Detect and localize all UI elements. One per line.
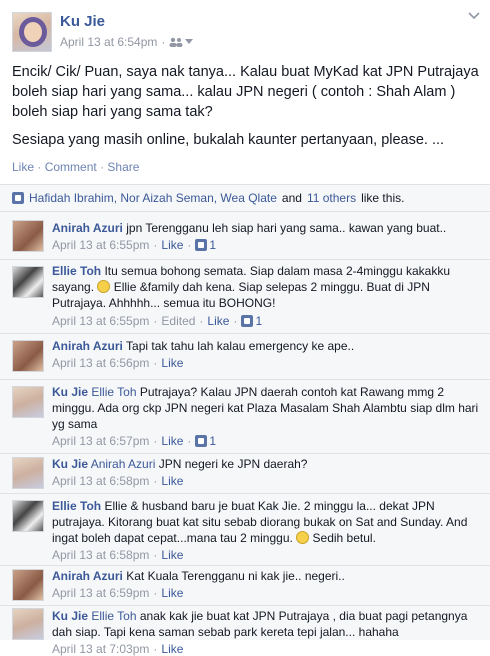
- comment: Ellie Toh Ellie & husband baru je buat K…: [0, 494, 490, 566]
- others-link[interactable]: 11 others: [307, 191, 356, 205]
- comment: Anirah Azuri Tapi tak tahu lah kalau eme…: [0, 334, 490, 380]
- commenter-avatar[interactable]: [12, 266, 44, 298]
- post-header: Ku Jie April 13 at 6:54pm ·: [0, 0, 490, 60]
- mention-link[interactable]: Ellie Toh: [91, 609, 136, 623]
- commenter-avatar[interactable]: [12, 340, 44, 372]
- comment: Anirah Azuri Kat Kuala Terengganu ni kak…: [0, 566, 490, 606]
- comment-time[interactable]: April 13 at 6:59pm: [52, 586, 149, 600]
- comment-like-button[interactable]: Like: [161, 356, 183, 370]
- comment-text: Ellie & husband baru je buat Kak Jie. 2 …: [52, 499, 468, 545]
- share-button[interactable]: Share: [107, 160, 139, 174]
- post-options-chevron-icon[interactable]: [468, 12, 480, 20]
- post-body: Encik/ Cik/ Puan, saya nak tanya... Kala…: [12, 62, 482, 158]
- comment-meta: April 13 at 6:57pm · Like · 1: [52, 434, 217, 448]
- commenter-name[interactable]: Ku Jie: [52, 609, 88, 623]
- commenter-name[interactable]: Ellie Toh: [52, 264, 101, 278]
- audience-selector[interactable]: [169, 37, 194, 47]
- comment: Anirah Azuri jpn Terengganu leh siap har…: [0, 212, 490, 260]
- comment-meta: April 13 at 6:55pm · Like · 1: [52, 238, 217, 252]
- post-paragraph: Encik/ Cik/ Puan, saya nak tanya... Kala…: [12, 64, 479, 120]
- commenter-name[interactable]: Anirah Azuri: [52, 569, 123, 583]
- comment-like-button[interactable]: Like: [161, 642, 183, 656]
- comment-time[interactable]: April 13 at 6:55pm: [52, 238, 149, 252]
- commenter-avatar[interactable]: [12, 608, 44, 640]
- comment-time[interactable]: April 13 at 6:55pm: [52, 314, 149, 328]
- commenter-name[interactable]: Anirah Azuri: [52, 339, 123, 353]
- mention-link[interactable]: Ellie Toh: [91, 385, 136, 399]
- commenter-avatar[interactable]: [12, 220, 44, 252]
- thumbs-up-icon: [12, 192, 24, 204]
- comment-like-button[interactable]: Like: [161, 474, 183, 488]
- comment-like-count[interactable]: 1: [195, 434, 216, 448]
- comment-meta: April 13 at 6:56pm · Like: [52, 356, 184, 370]
- chevron-down-icon: [185, 39, 194, 44]
- friends-icon: [169, 37, 183, 47]
- comment-like-button[interactable]: Like: [207, 314, 229, 328]
- comment-like-button[interactable]: Like: [161, 238, 183, 252]
- comment-like-button[interactable]: Like: [161, 586, 183, 600]
- comment-meta: April 13 at 6:55pm · Edited · Like · 1: [52, 314, 263, 328]
- author-avatar[interactable]: [12, 12, 52, 52]
- commenter-avatar[interactable]: [12, 500, 44, 532]
- comment-meta: April 13 at 7:03pm · Like: [52, 642, 184, 656]
- post-timestamp[interactable]: April 13 at 6:54pm: [60, 35, 157, 49]
- comment: Ku Jie Ellie Toh Putrajaya? Kalau JPN da…: [0, 380, 490, 454]
- sad-emoticon-icon: [296, 531, 310, 544]
- post-paragraph: Sesiapa yang masih online, bukalah kaunt…: [12, 132, 445, 148]
- comment-time[interactable]: April 13 at 6:58pm: [52, 474, 149, 488]
- commenter-avatar[interactable]: [12, 569, 44, 601]
- comment-meta: April 13 at 6:59pm · Like: [52, 586, 184, 600]
- commenter-name[interactable]: Ellie Toh: [52, 499, 101, 513]
- thumbs-up-icon: [195, 239, 208, 251]
- comment-like-count[interactable]: 1: [241, 314, 262, 328]
- commenter-avatar[interactable]: [12, 457, 44, 489]
- comment-time[interactable]: April 13 at 6:58pm: [52, 548, 149, 562]
- commenter-name[interactable]: Ku Jie: [52, 385, 88, 399]
- commenter-name[interactable]: Ku Jie: [52, 457, 88, 471]
- mention-link[interactable]: Anirah Azuri: [91, 457, 156, 471]
- comment-time[interactable]: April 13 at 6:57pm: [52, 434, 149, 448]
- post-author-name[interactable]: Ku Jie: [60, 13, 105, 30]
- comment-like-button[interactable]: Like: [161, 434, 183, 448]
- commenter-name[interactable]: Anirah Azuri: [52, 221, 123, 235]
- comment-button[interactable]: Comment: [45, 160, 97, 174]
- comment-text: jpn Terengganu leh siap hari yang sama..…: [126, 221, 447, 235]
- comment-meta: April 13 at 6:58pm · Like: [52, 474, 184, 488]
- commenter-avatar[interactable]: [12, 386, 44, 418]
- comment-text: Kat Kuala Terengganu ni kak jie.. negeri…: [126, 569, 345, 583]
- edited-link[interactable]: Edited: [161, 314, 195, 328]
- comment-time[interactable]: April 13 at 7:03pm: [52, 642, 149, 656]
- thumbs-up-icon: [195, 435, 208, 447]
- likers-names[interactable]: Hafidah Ibrahim, Nor Aizah Seman, Wea Ql…: [29, 191, 277, 205]
- comment-time[interactable]: April 13 at 6:56pm: [52, 356, 149, 370]
- comments-list: Anirah Azuri jpn Terengganu leh siap har…: [0, 212, 490, 656]
- comment: Ellie Toh Itu semua bohong semata. Siap …: [0, 260, 490, 334]
- comment-text: Tapi tak tahu lah kalau emergency ke ape…: [126, 339, 355, 353]
- comment: Ku Jie Ellie Toh anak kak jie buat kat J…: [0, 606, 490, 656]
- comment-like-button[interactable]: Like: [161, 548, 183, 562]
- comment-like-count[interactable]: 1: [195, 238, 216, 252]
- comment-text: Sedih betul.: [312, 531, 376, 545]
- like-button[interactable]: Like: [12, 160, 34, 174]
- comment-meta: April 13 at 6:58pm · Like: [52, 548, 184, 562]
- comment: Ku Jie Anirah Azuri JPN negeri ke JPN da…: [0, 454, 490, 494]
- post-meta: April 13 at 6:54pm ·: [60, 35, 194, 49]
- comment-text: JPN negeri ke JPN daerah?: [158, 457, 308, 471]
- thumbs-up-icon: [241, 315, 254, 327]
- post-actions: Like · Comment · Share: [12, 160, 140, 174]
- sad-emoticon-icon: [97, 280, 111, 293]
- likes-summary: Hafidah Ibrahim, Nor Aizah Seman, Wea Ql…: [0, 184, 490, 212]
